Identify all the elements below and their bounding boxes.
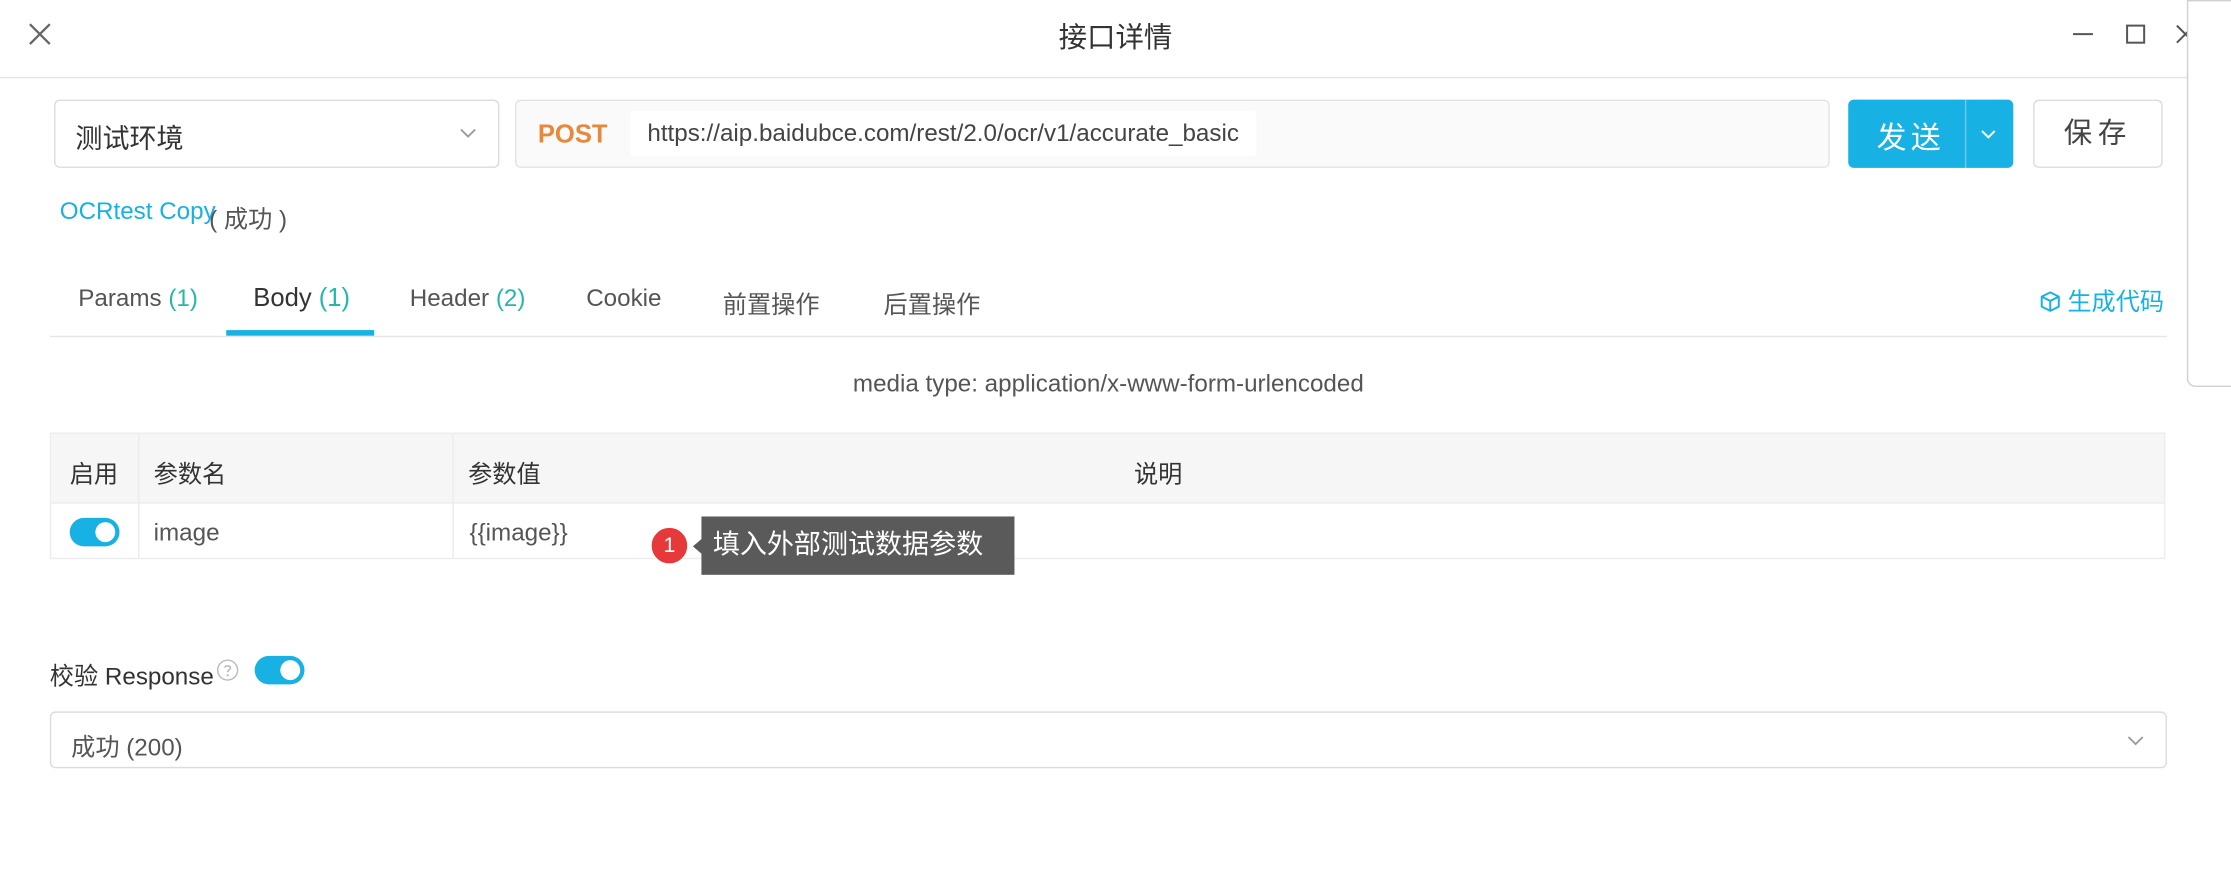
tab-header[interactable]: Header (2): [410, 285, 526, 313]
help-icon[interactable]: [216, 659, 239, 682]
column-header-description: 说明: [1133, 460, 1183, 489]
cube-icon: [2040, 291, 2060, 312]
api-status: ( 成功 ): [209, 206, 288, 234]
environment-select[interactable]: 测试环境: [54, 99, 500, 168]
response-select[interactable]: 成功 (200): [49, 711, 2167, 769]
response-validation-toggle[interactable]: [254, 655, 305, 685]
request-url-bar: POST https://aip.baidubce.com/rest/2.0/o…: [515, 99, 1830, 168]
tab-count: (2): [495, 284, 526, 312]
tab-body[interactable]: Body (1): [253, 283, 350, 313]
toggle-knob: [95, 522, 116, 543]
background-window: [2186, 0, 2231, 388]
tabs-divider: [49, 335, 2167, 338]
save-button[interactable]: 保存: [2033, 99, 2163, 168]
toggle-knob: [280, 660, 301, 681]
media-type-label: media type: application/x-www-form-urlen…: [852, 369, 1364, 397]
table-header: [51, 433, 2165, 504]
tab-cookie[interactable]: Cookie: [586, 285, 661, 313]
minimize-icon[interactable]: [2066, 17, 2100, 51]
tab-label: 前置操作: [722, 291, 820, 319]
annotation-number-badge: 1: [650, 526, 689, 565]
param-name-cell[interactable]: image: [154, 519, 220, 547]
generate-code-button[interactable]: 生成代码: [2039, 282, 2164, 318]
param-enabled-toggle[interactable]: [69, 517, 120, 547]
tab-pre-operations[interactable]: 前置操作: [723, 285, 820, 321]
tab-params[interactable]: Params (1): [78, 285, 198, 313]
param-value-cell[interactable]: {{image}}: [470, 519, 568, 547]
tab-label: Header: [409, 284, 490, 312]
annotation-tooltip: 填入外部测试数据参数: [701, 516, 1015, 575]
tab-post-operations[interactable]: 后置操作: [884, 285, 981, 321]
tab-label: Params: [78, 284, 162, 312]
tab-label: Body: [253, 283, 312, 312]
column-header-value: 参数值: [468, 460, 541, 489]
send-button[interactable]: 发送: [1848, 99, 2014, 168]
url-input[interactable]: https://aip.baidubce.com/rest/2.0/ocr/v1…: [630, 110, 1257, 157]
chevron-down-icon: [2127, 736, 2144, 746]
response-validation-label: 校验 Response: [49, 663, 214, 691]
send-label: 发送: [1876, 122, 1945, 156]
tab-count: (1): [168, 284, 198, 312]
tab-label: Cookie: [586, 284, 662, 312]
chevron-down-icon: [460, 128, 476, 138]
tab-label: 后置操作: [883, 291, 981, 319]
title-bar: 接口详情: [0, 0, 2231, 79]
column-divider: [138, 433, 140, 558]
send-divider: [1964, 99, 1967, 168]
environment-label: 测试环境: [75, 125, 184, 156]
window-title: 接口详情: [1058, 22, 1173, 55]
method-label[interactable]: POST: [538, 120, 608, 150]
generate-code-label: 生成代码: [2067, 288, 2165, 316]
body-params-table: 启用 参数名 参数值 说明 image {{image}}: [49, 432, 2166, 560]
tab-count: (1): [318, 283, 351, 312]
column-header-enabled: 启用: [69, 460, 119, 489]
response-selected-value: 成功 (200): [71, 734, 183, 762]
api-name-link[interactable]: OCRtest Copy: [60, 198, 216, 226]
column-divider: [452, 433, 454, 558]
send-dropdown-icon[interactable]: [1979, 125, 1997, 143]
maximize-icon[interactable]: [2119, 17, 2153, 51]
column-header-name: 参数名: [153, 460, 227, 489]
